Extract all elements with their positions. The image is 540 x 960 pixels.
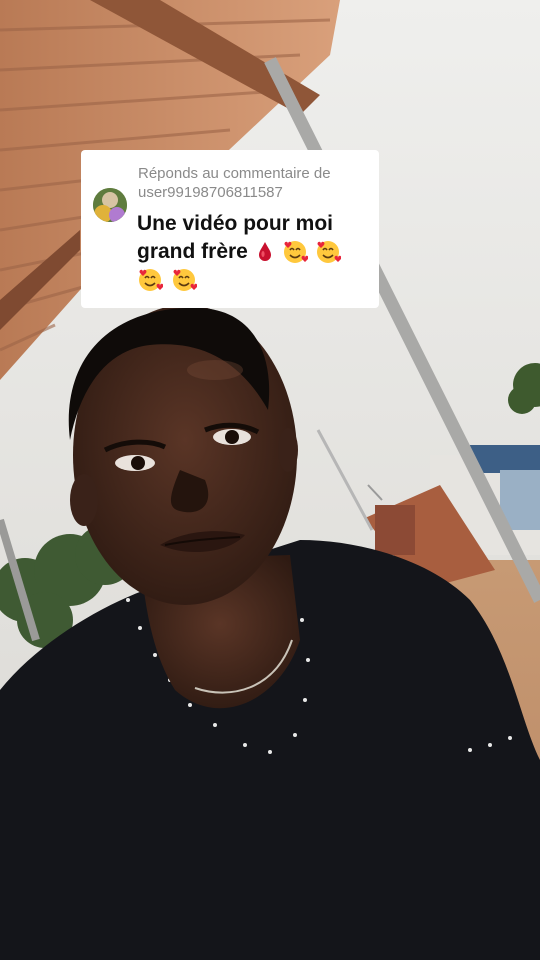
blood-drop-icon (258, 242, 271, 262)
smiling-face-with-hearts-icon (172, 269, 197, 292)
comment-line-2: grand frère (137, 238, 365, 266)
commenter-avatar[interactable] (93, 188, 127, 222)
comment-text: Une vidéo pour moi grand frère (137, 210, 365, 294)
comment-line-1: Une vidéo pour moi (137, 212, 334, 235)
smiling-face-with-hearts-icon (317, 241, 342, 264)
video-frame (0, 0, 540, 960)
comment-reply-sticker[interactable]: Réponds au commentaire de user9919870681… (81, 150, 379, 308)
smiling-face-with-hearts-icon (139, 269, 163, 292)
video-player[interactable]: Réponds au commentaire de user9919870681… (0, 0, 540, 960)
comment-line-3 (137, 266, 365, 294)
smiling-face-with-hearts-icon (283, 241, 308, 264)
reply-prefix: Réponds au commentaire de (138, 165, 331, 182)
commenter-username[interactable]: user99198706811587 (137, 183, 365, 202)
comment-line-2-text: grand frère (137, 240, 248, 263)
